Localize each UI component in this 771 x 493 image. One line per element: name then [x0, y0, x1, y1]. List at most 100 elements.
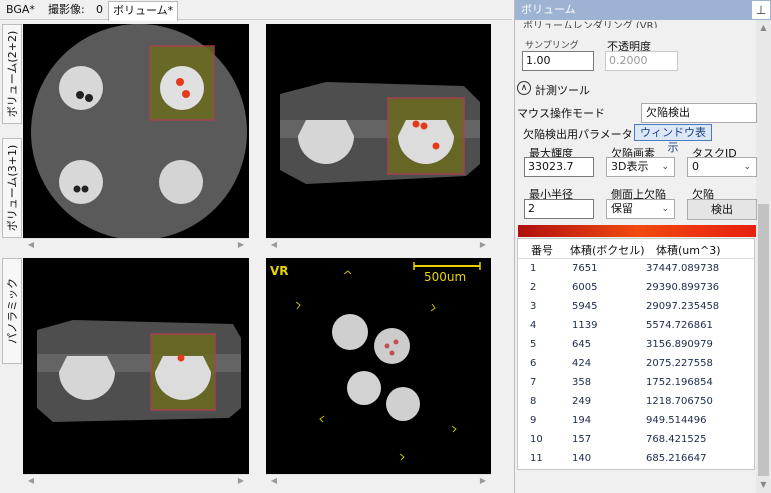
opacity-value: 0.2000: [609, 54, 648, 67]
cell-id: 10: [530, 434, 543, 445]
table-row[interactable]: 1 7651 37447.089738: [518, 260, 754, 279]
viewport-side-view[interactable]: [23, 258, 249, 474]
scroll-left-icon[interactable]: ◀: [25, 475, 37, 487]
table-row[interactable]: 6 424 2075.227558: [518, 355, 754, 374]
defect-image-select[interactable]: 3D表示 ⌄: [606, 157, 675, 177]
cell-voxels: 194: [572, 415, 592, 426]
col-header-voxels: 体積(ボクセル): [570, 244, 645, 257]
cell-id: 4: [530, 320, 537, 331]
cell-voxels: 7651: [572, 263, 598, 274]
defect-results-table[interactable]: 番号 体積(ボクセル) 体積(um^3) 1 7651 37447.089738 2 6…: [517, 238, 755, 470]
viewport-front-view[interactable]: [266, 24, 491, 238]
table-row[interactable]: 11 140 685.216647: [518, 450, 754, 469]
sampling-value: 1.00: [526, 54, 551, 67]
defect-color-bar: [518, 225, 756, 237]
vtab-volume-3-1[interactable]: ボリューム(3+1): [2, 138, 22, 238]
task-id-select[interactable]: 0 ⌄: [687, 157, 757, 177]
cell-volume: 685.216647: [646, 453, 707, 464]
cell-volume: 768.421525: [646, 434, 707, 445]
min-radius-input[interactable]: 2: [524, 199, 594, 219]
tab-capture-count: 0: [92, 1, 107, 20]
mouse-mode-select[interactable]: 欠陥検出: [641, 103, 757, 123]
slice-image-top: [31, 24, 247, 238]
side-defect-select[interactable]: 保留 ⌄: [606, 199, 675, 219]
cell-id: 1: [530, 263, 537, 274]
slice-image-front: [280, 82, 480, 184]
task-id-value: 0: [692, 160, 699, 173]
cell-volume: 3156.890979: [646, 339, 713, 350]
table-row[interactable]: 10 157 768.421525: [518, 431, 754, 450]
scroll-thumb[interactable]: [758, 204, 769, 476]
side-defect-value: 保留: [611, 202, 633, 215]
cell-voxels: 157: [572, 434, 592, 445]
tab-capture[interactable]: 撮影像:: [44, 1, 89, 20]
scroll-right-icon[interactable]: ▶: [477, 475, 489, 487]
cell-id: 6: [530, 358, 537, 369]
viewport-volume-render[interactable]: VR 500um: [266, 258, 491, 474]
col-header-volume: 体積(um^3): [656, 244, 721, 257]
tab-bga[interactable]: BGA*: [2, 1, 39, 20]
table-row[interactable]: 2 6005 29390.899736: [518, 279, 754, 298]
chevron-down-icon: ⌄: [661, 204, 669, 214]
vtab-volume-2-2[interactable]: ボリューム(2+2): [2, 24, 22, 124]
sampling-label: サンプリング: [525, 41, 579, 51]
table-row[interactable]: 5 645 3156.890979: [518, 336, 754, 355]
table-row[interactable]: 4 1139 5574.726861: [518, 317, 754, 336]
vtab-volume-2-2-label: ボリューム(2+2): [6, 30, 19, 118]
cell-volume: 1752.196854: [646, 377, 713, 388]
collapse-chevron-icon[interactable]: ∧: [517, 81, 531, 95]
cell-voxels: 1139: [572, 320, 598, 331]
detect-button[interactable]: 検出: [687, 199, 757, 220]
cell-volume: 29097.235458: [646, 301, 720, 312]
col-header-id: 番号: [531, 244, 553, 257]
panel-vscroll[interactable]: ▲ ▼: [756, 20, 771, 493]
scroll-right-icon[interactable]: ▶: [235, 475, 247, 487]
chevron-down-icon: ⌄: [661, 162, 669, 172]
mouse-mode-value: 欠陥検出: [646, 106, 690, 119]
scroll-right-icon[interactable]: ▶: [235, 239, 247, 251]
cell-id: 9: [530, 415, 537, 426]
sampling-input[interactable]: 1.00: [522, 51, 594, 71]
max-brightness-input[interactable]: 33023.7: [524, 157, 594, 177]
tab-volume[interactable]: ボリューム*: [108, 1, 179, 21]
cell-volume: 5574.726861: [646, 320, 713, 331]
detect-button-label: 検出: [711, 203, 733, 216]
volume-render-image: [295, 262, 481, 461]
table-row[interactable]: 7 358 1752.196854: [518, 374, 754, 393]
scroll-up-icon[interactable]: ▲: [756, 22, 771, 34]
cell-id: 2: [530, 282, 537, 293]
viewport-top-view[interactable]: [23, 24, 249, 238]
pin-icon[interactable]: ⊥: [752, 1, 770, 19]
cell-volume: 1218.706750: [646, 396, 713, 407]
document-tab-bar: BGA* 撮影像: 0 ボリューム*: [0, 0, 512, 21]
max-brightness-value: 33023.7: [528, 160, 574, 173]
cell-id: 8: [530, 396, 537, 407]
min-radius-value: 2: [528, 202, 535, 215]
viewport-vr-hscroll[interactable]: ◀ ▶: [266, 474, 491, 487]
viewport-side-hscroll[interactable]: ◀ ▶: [23, 474, 249, 487]
scroll-left-icon[interactable]: ◀: [268, 239, 280, 251]
tab-bga-label: BGA*: [6, 3, 35, 16]
cell-volume: 949.514496: [646, 415, 707, 426]
opacity-input[interactable]: 0.2000: [605, 51, 678, 71]
scroll-left-icon[interactable]: ◀: [268, 475, 280, 487]
vtab-volume-3-1-label: ボリューム(3+1): [6, 144, 19, 232]
cell-id: 11: [530, 453, 543, 464]
window-display-button[interactable]: ウィンドウ表示: [634, 124, 712, 154]
scroll-left-icon[interactable]: ◀: [25, 239, 37, 251]
viewport-front-hscroll[interactable]: ◀ ▶: [266, 238, 491, 251]
viewport-top-hscroll[interactable]: ◀ ▶: [23, 238, 249, 251]
cell-voxels: 358: [572, 377, 592, 388]
scale-bar-label: 500um: [424, 270, 467, 284]
tab-capture-label: 撮影像:: [48, 3, 85, 16]
table-row[interactable]: 3 5945 29097.235458: [518, 298, 754, 317]
scroll-down-icon[interactable]: ▼: [756, 479, 771, 491]
table-row[interactable]: 8 249 1218.706750: [518, 393, 754, 412]
cell-volume: 37447.089738: [646, 263, 720, 274]
scroll-right-icon[interactable]: ▶: [477, 239, 489, 251]
cell-id: 7: [530, 377, 537, 388]
table-row[interactable]: 9 194 949.514496: [518, 412, 754, 431]
cell-id: 3: [530, 301, 537, 312]
vtab-panoramic[interactable]: パノラミック: [2, 258, 22, 364]
mouse-mode-label: マウス操作モード: [517, 107, 605, 120]
